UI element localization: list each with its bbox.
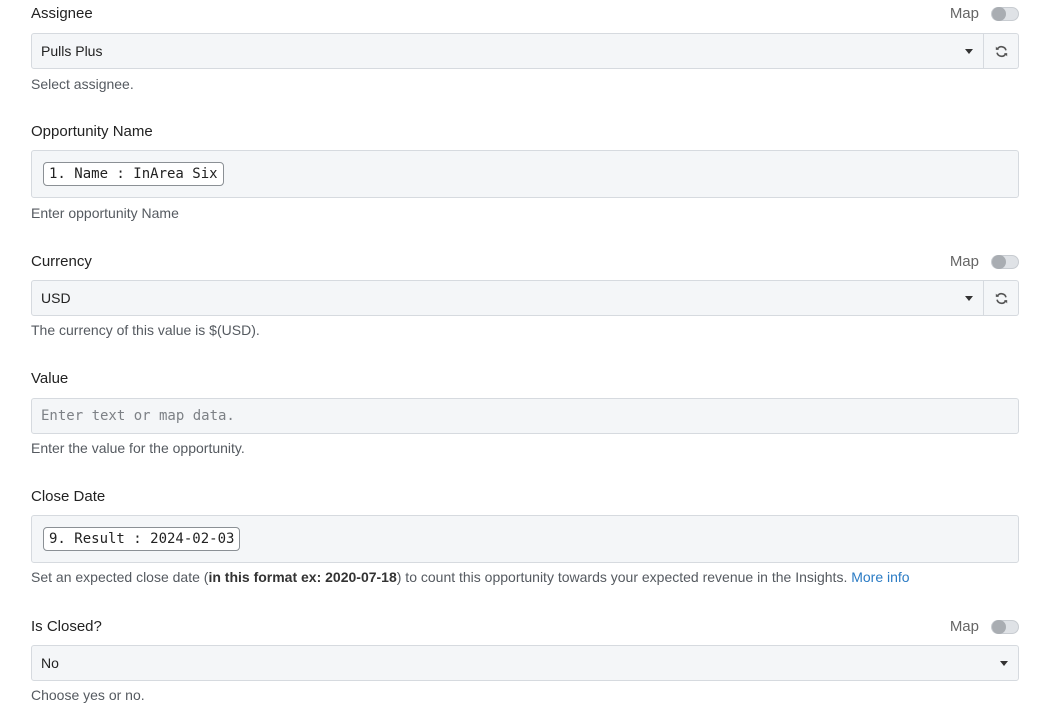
is-closed-map-label: Map (949, 618, 979, 635)
value-label: Value (31, 370, 69, 387)
is-closed-field: Is Closed? Map No Choose yes or no. (31, 617, 1019, 703)
assignee-map-toggle-group: Map (950, 4, 1019, 24)
caret-down-icon (965, 296, 973, 301)
assignee-label: Assignee (31, 5, 93, 22)
opportunity-name-field: Opportunity Name 1. Name : InArea Six En… (31, 122, 1019, 221)
value-input[interactable] (31, 398, 1019, 434)
assignee-map-toggle[interactable] (991, 7, 1019, 21)
currency-map-toggle[interactable] (991, 255, 1019, 269)
assignee-field: Assignee Map Pulls Plus Select assignee. (31, 4, 1019, 92)
caret-down-icon (1000, 661, 1008, 666)
refresh-icon (995, 292, 1007, 304)
close-date-help-suffix: ) to count this opportunity towards your… (396, 569, 848, 585)
close-date-field: Close Date 9. Result : 2024-02-03 Set an… (31, 487, 1019, 585)
close-date-help: Set an expected close date (in this form… (31, 568, 910, 586)
assignee-select[interactable]: Pulls Plus (31, 33, 984, 69)
assignee-map-label: Map (949, 5, 979, 22)
mapped-field-tag[interactable]: 1. Name : InArea Six (43, 162, 224, 186)
currency-label: Currency (31, 253, 92, 270)
is-closed-select[interactable]: No (31, 645, 1019, 681)
assignee-refresh-button[interactable] (984, 33, 1019, 69)
is-closed-label: Is Closed? (31, 618, 102, 635)
is-closed-map-toggle-group: Map (950, 617, 1019, 637)
currency-refresh-button[interactable] (984, 280, 1019, 316)
refresh-icon (995, 45, 1007, 57)
currency-map-label: Map (949, 253, 979, 270)
close-date-label: Close Date (31, 488, 106, 505)
opportunity-name-input[interactable]: 1. Name : InArea Six (31, 150, 1019, 198)
assignee-help: Select assignee. (31, 76, 134, 92)
mapped-field-tag[interactable]: 9. Result : 2024-02-03 (43, 527, 241, 551)
toggle-knob (992, 7, 1006, 21)
toggle-knob (992, 620, 1006, 634)
close-date-input[interactable]: 9. Result : 2024-02-03 (31, 515, 1019, 563)
currency-field: Currency Map USD The currency of this va… (31, 252, 1019, 338)
currency-map-toggle-group: Map (950, 252, 1019, 272)
value-help: Enter the value for the opportunity. (31, 440, 245, 456)
currency-selected-value: USD (41, 290, 71, 306)
opportunity-name-label: Opportunity Name (31, 123, 153, 140)
more-info-link[interactable]: More info (851, 569, 909, 585)
opportunity-name-help: Enter opportunity Name (31, 205, 179, 221)
close-date-help-prefix: Set an expected close date ( (31, 569, 209, 585)
value-field: Value Enter the value for the opportunit… (31, 369, 1019, 456)
is-closed-selected-value: No (41, 655, 59, 671)
close-date-format-hint: in this format ex: 2020-07-18 (208, 569, 397, 585)
currency-help: The currency of this value is $(USD). (31, 322, 260, 338)
currency-select[interactable]: USD (31, 280, 984, 316)
toggle-knob (992, 255, 1006, 269)
is-closed-map-toggle[interactable] (991, 620, 1019, 634)
assignee-selected-value: Pulls Plus (41, 43, 103, 59)
is-closed-help: Choose yes or no. (31, 687, 145, 703)
caret-down-icon (965, 49, 973, 54)
